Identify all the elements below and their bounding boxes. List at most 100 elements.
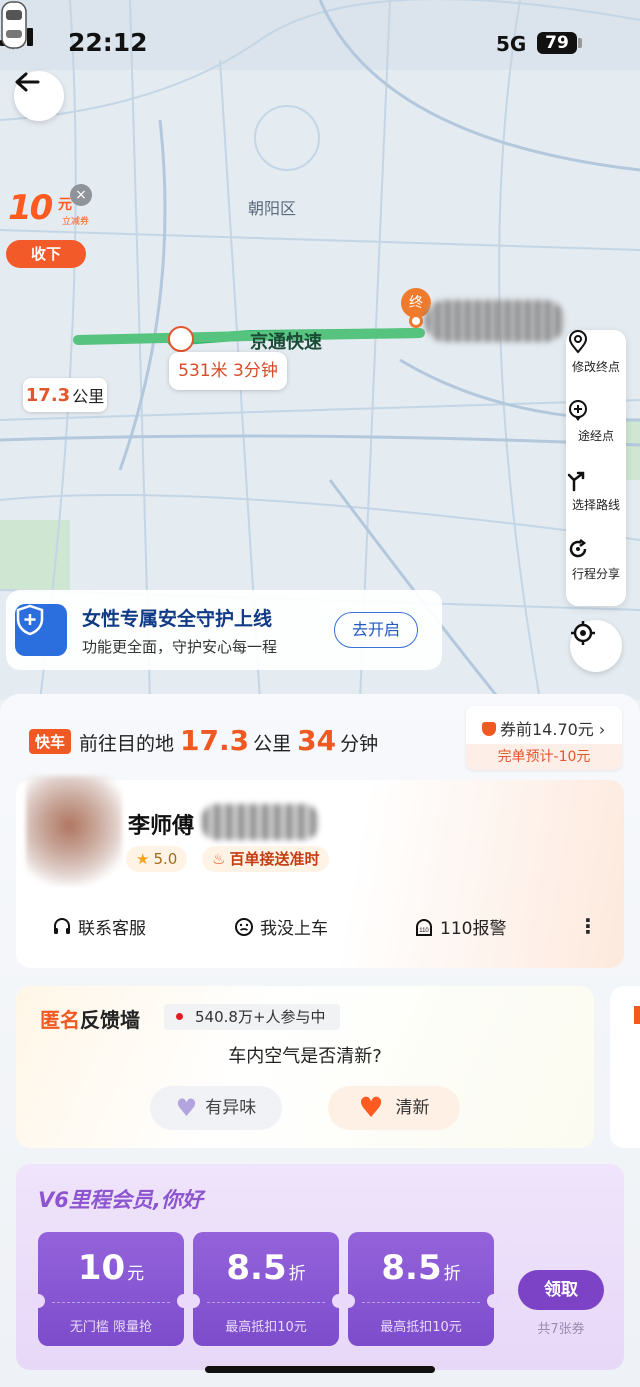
feedback-wall-card: 匿名反馈墙 540.8万+人参与中 车内空气是否清新? ♥ 有异味 ♥ 清新 [16,986,594,1148]
tool-choose-route[interactable]: 选择路线 [566,468,626,537]
trip-minutes: 34 [297,724,337,757]
status-bar: 22:12 5G 79 [0,28,640,62]
tool-share-trip[interactable]: 行程分享 [566,537,626,606]
voucher-amount: 8.5 折 [226,1248,306,1288]
participants-count: 540.8万+人参与中 [195,1008,326,1026]
safety-title: 女性专属安全守护上线 [82,608,273,630]
voucher-divider [362,1302,480,1303]
map-tools-panel: 修改终点 途经点 选择路线 行程分享 [566,330,626,606]
contact-service-button[interactable]: 联系客服 [52,914,146,939]
claim-note: 共7张券 [537,1322,585,1337]
broken-heart-icon: ♥ [175,1094,198,1122]
next-card-peek[interactable] [610,986,640,1148]
chevron-right-icon: › [593,720,606,739]
close-icon[interactable]: × [70,184,92,206]
claim-button[interactable]: 领取 [518,1270,604,1310]
voucher-item[interactable]: 10 元 无门槛 限量抢 [31,1232,191,1346]
route-tip: 531米 3分钟 [169,352,287,390]
more-menu-icon[interactable]: ⋮ [578,914,598,938]
safety-subtitle: 功能更全面，守护安心每一程 [82,638,278,656]
trip-summary: 快车 前往目的地 17.3 公里 34 分钟 [29,724,379,757]
trip-distance: 17.3 [180,724,250,757]
trip-minutes-unit: 分钟 [340,733,379,755]
safety-enable-button[interactable]: 去开启 [334,612,418,648]
destination-pin-icon [409,314,423,328]
driver-avatar[interactable] [26,776,122,886]
coupon-popup: 10 元 立减券 × 收下 [4,184,92,268]
option-fresh-button[interactable]: ♥ 清新 [328,1086,460,1130]
location-pin-icon [568,330,588,354]
voucher-note: 无门槛 限量抢 [69,1320,153,1335]
trip-prefix: 前往目的地 [79,733,175,755]
shield-plus-icon [15,604,67,656]
tool-label: 途经点 [577,429,614,443]
map-view[interactable]: 22:12 5G 79 10 元 立减券 × 收下 朝阳区 京通快速 终 17.… [0,0,640,700]
honor-text: 百单接送准时 [229,850,320,868]
tool-waypoint[interactable]: 途经点 [566,399,626,468]
headset-icon [54,917,70,934]
district-label: 朝阳区 [248,199,297,218]
locate-me-button[interactable] [570,620,622,672]
not-boarded-button[interactable]: 我没上车 [234,914,328,939]
driver-name: 李师傅 [128,814,195,839]
voucher-item[interactable]: 8.5 折 最高抵扣10元 [186,1232,346,1346]
price-note: 完单预计-10元 [466,744,622,770]
battery-icon: 79 [537,32,577,54]
action-label: 联系客服 [78,919,146,939]
rating-value: 5.0 [153,850,178,868]
route-progress-icon [168,326,194,352]
star-icon: ★ [136,850,150,868]
face-icon [235,917,253,936]
feedback-question: 车内空气是否清新? [228,1046,382,1067]
driver-honor-badge: ♨ 百单接送准时 [202,846,330,872]
coupon-accept-button[interactable]: 收下 [6,240,86,268]
voucher-divider [207,1302,325,1303]
heart-icon: ♥ [358,1091,384,1124]
police-110-button[interactable]: 110 110报警 [414,914,506,939]
option-odor-button[interactable]: ♥ 有异味 [150,1086,282,1130]
option-label: 清新 [395,1098,430,1118]
driver-card: 李师傅 ★ 5.0 ♨ 百单接送准时 联系客服 我没上车 110 110报警 ⋮ [16,776,624,968]
voucher-note: 最高抵扣10元 [380,1320,462,1335]
price-label: 券前14.70元 [500,720,594,739]
alarm-icon: 110 [416,918,432,936]
coupon-amount: 10 [8,188,53,228]
license-plate-redacted [202,804,318,840]
network-type: 5G [496,32,527,56]
live-dot-icon [176,1013,183,1020]
voucher-divider [52,1302,170,1303]
voucher-amount: 10 元 [77,1248,145,1288]
crosshair-icon [571,621,595,645]
feedback-title-rest: 反馈墙 [80,1008,140,1032]
action-label: 110报警 [440,919,507,939]
tool-edit-destination[interactable]: 修改终点 [566,330,626,399]
destination-name-redacted [425,300,565,342]
voucher-note: 最高抵扣10元 [225,1320,307,1335]
voucher-item[interactable]: 8.5 折 最高抵扣10元 [341,1232,501,1346]
add-waypoint-icon [569,400,587,421]
feedback-title: 匿名反馈墙 [40,1004,140,1033]
member-title: V6里程会员,你好 [38,1188,203,1212]
tool-label: 选择路线 [571,498,620,512]
price-box[interactable]: 券前14.70元 › 完单预计-10元 [466,706,622,770]
car-distance-badge: 17.3 公里 [23,378,107,412]
coupon-subtitle: 立减券 [62,217,90,227]
share-trip-icon [569,539,587,558]
battery-tip [578,38,582,48]
ride-type-tag: 快车 [29,729,72,754]
option-label: 有异味 [205,1098,257,1118]
discount-shield-icon [482,722,496,736]
member-card: V6里程会员,你好 10 元 无门槛 限量抢 8.5 折 最高抵扣10元 8.5 折 … [16,1164,624,1370]
home-indicator[interactable] [205,1366,435,1373]
trip-distance-unit: 公里 [253,733,292,755]
price-estimate: 券前14.70元 › [482,716,605,740]
status-time: 22:12 [68,28,148,57]
tool-label: 行程分享 [571,567,620,581]
car-distance-value: 17.3 [25,384,71,406]
feedback-title-highlight: 匿名 [40,1008,80,1032]
back-button[interactable] [14,71,64,121]
safety-banner[interactable]: 女性专属安全守护上线 功能更全面，守护安心每一程 去开启 [6,590,442,670]
car-distance-unit: 公里 [72,387,105,406]
driver-actions: 联系客服 我没上车 110 110报警 ⋮ [16,914,624,944]
driver-rating: ★ 5.0 [126,846,188,872]
